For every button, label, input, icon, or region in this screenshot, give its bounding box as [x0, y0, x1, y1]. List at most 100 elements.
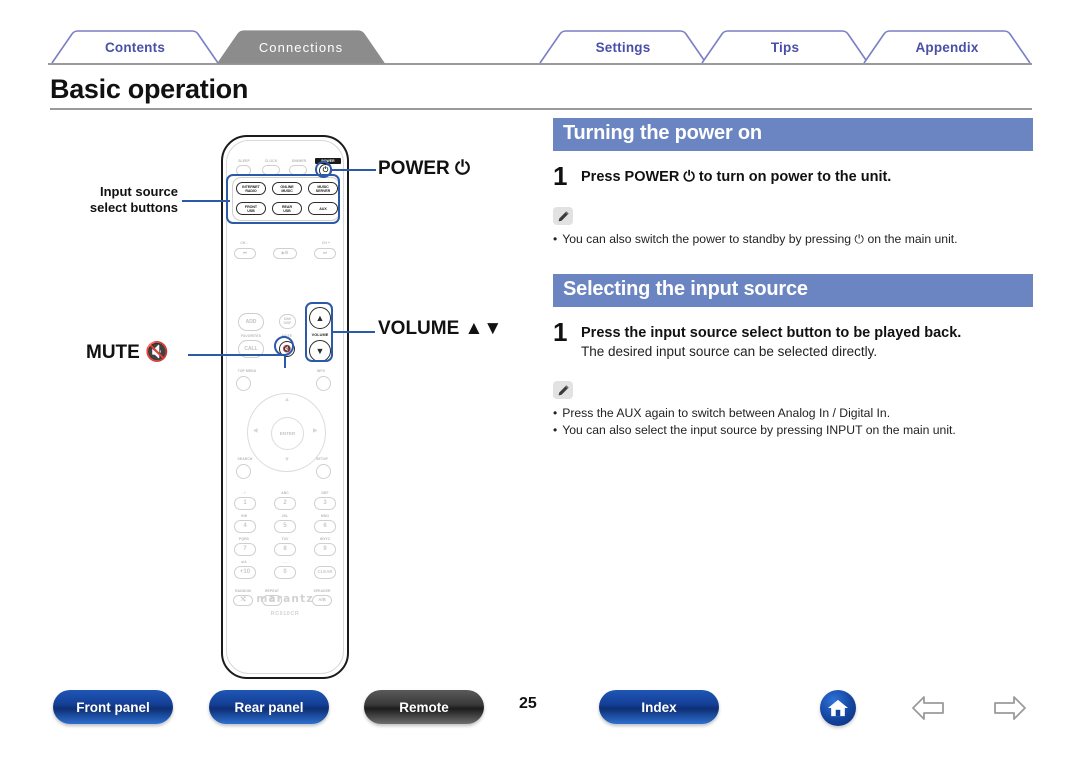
remote-button-search	[236, 464, 251, 479]
step-sub-text: The desired input source can be selected…	[581, 344, 878, 359]
tab-contents[interactable]: Contents	[50, 30, 220, 64]
right-arrow-glyph	[994, 696, 1026, 720]
lead-line-mute-vertical	[284, 354, 286, 368]
note-text: Press the AUX again to switch between An…	[562, 406, 891, 420]
remote-key-0: 0	[274, 566, 296, 579]
remote-button-setup	[316, 464, 331, 479]
remote-button-dim-disp: DIM/DISP	[279, 314, 296, 329]
remote-label-setup: SETUP	[316, 457, 328, 461]
note-text: You can also switch the power to standby…	[562, 232, 958, 246]
callout-input-source-line2: select buttons	[89, 200, 178, 215]
tab-connections-label: Connections	[258, 39, 344, 55]
remote-button-next: ⏭	[314, 248, 336, 259]
remote-key-4: 4	[234, 520, 256, 533]
remote-button-play-pause: ▶/Ⅱ	[273, 248, 297, 259]
footer-button-label: Rear panel	[234, 699, 304, 715]
footer-button-front-panel[interactable]: Front panel	[53, 690, 173, 724]
pencil-glyph	[558, 210, 569, 221]
page-number: 25	[519, 695, 537, 712]
note-text: You can also select the input source by …	[562, 423, 956, 437]
remote-keypad-sublabel: TUV	[281, 537, 289, 541]
dpad-right-icon: ▶	[313, 428, 318, 434]
tab-connections[interactable]: Connections	[216, 30, 386, 64]
note-line: • You can also switch the power to stand…	[553, 231, 1033, 248]
remote-keypad-sublabel: WXYZ	[319, 537, 331, 541]
footer-button-index[interactable]: Index	[599, 690, 719, 724]
remote-key-3: 3	[314, 497, 336, 510]
remote-model-number: RC010CR	[270, 611, 300, 617]
previous-page-icon[interactable]	[910, 692, 950, 724]
remote-key-2: 2	[274, 497, 296, 510]
left-arrow-glyph	[912, 696, 944, 720]
tab-contents-label: Contents	[104, 39, 166, 55]
footer-nav: Front panel Rear panel Remote 25 Index	[0, 690, 1080, 745]
remote-button-enter: ENTER	[271, 417, 304, 450]
home-icon[interactable]	[820, 690, 856, 726]
callout-volume: VOLUME ▲▼	[378, 318, 503, 339]
remote-keypad-sublabel: JKL	[281, 514, 289, 518]
remote-label-ch-up: CH +	[321, 241, 331, 245]
remote-keypad-sublabel: DEF	[321, 491, 329, 495]
lead-line-mute	[188, 354, 286, 356]
lead-line-input-source	[182, 200, 230, 202]
footer-button-label: Index	[641, 699, 677, 715]
remote-key-5: 5	[274, 520, 296, 533]
dpad-down-icon: ▼	[284, 457, 290, 463]
footer-button-remote[interactable]: Remote	[364, 690, 484, 724]
tab-settings[interactable]: Settings	[538, 30, 708, 64]
remote-key-plus10: +10	[234, 566, 256, 579]
step-number: 1	[553, 161, 568, 191]
remote-keypad-sublabel: . /	[242, 491, 246, 495]
page-title: Basic operation	[50, 74, 249, 104]
footer-button-rear-panel[interactable]: Rear panel	[209, 690, 329, 724]
section-selecting-input-source: Selecting the input source 1 Press the i…	[553, 274, 1033, 439]
step-item: 1 Press POWER ⏻ to turn on power to the …	[553, 161, 1033, 191]
tab-appendix-label: Appendix	[915, 39, 979, 55]
step-main-text: Press POWER ⏻ to turn on power to the un…	[581, 169, 892, 185]
step-main-text: Press the input source select button to …	[581, 325, 962, 341]
remote-illustration: SLEEP CLOCK DIMMER POWER ⏻ INTERNET RADI…	[60, 118, 530, 688]
dpad-up-icon: ▲	[284, 397, 290, 403]
remote-key-1: 1	[234, 497, 256, 510]
lead-line-power	[332, 169, 376, 171]
remote-button-top-menu	[236, 376, 251, 391]
remote-label-info: INFO	[316, 369, 326, 373]
tab-appendix[interactable]: Appendix	[862, 30, 1032, 64]
remote-keypad-sublabel: GHI	[240, 514, 248, 518]
remote-label-sleep: SLEEP	[238, 159, 250, 163]
content-column: Turning the power on 1 Press POWER ⏻ to …	[553, 118, 1033, 439]
dpad-left-icon: ◀	[253, 428, 258, 434]
next-page-icon[interactable]	[988, 692, 1028, 724]
pencil-icon	[553, 381, 573, 399]
highlight-mute-button	[274, 336, 294, 356]
step-number: 1	[553, 317, 568, 347]
pencil-glyph	[558, 384, 569, 395]
section-heading: Selecting the input source	[553, 274, 1033, 307]
remote-key-6: 6	[314, 520, 336, 533]
footer-button-label: Front panel	[76, 699, 150, 715]
highlight-volume-buttons	[305, 302, 333, 362]
remote-label-favorites: FAVORITES	[241, 334, 261, 338]
note-line: • Press the AUX again to switch between …	[553, 405, 1033, 422]
remote-label-search: SEARCH	[237, 457, 253, 461]
remote-keypad-sublabel: ABC	[281, 491, 289, 495]
remote-label-dimmer: DIMMER	[291, 159, 307, 163]
remote-button-info	[316, 376, 331, 391]
remote-button-previous: ⏮	[234, 248, 256, 259]
remote-label-ch-down: CH -	[240, 241, 248, 245]
callout-input-source-line1: Input source	[99, 184, 178, 199]
highlight-input-source-group	[226, 174, 340, 224]
remote-keypad-sublabel: - ,	[283, 560, 287, 564]
remote-key-9: 9	[314, 543, 336, 556]
tab-tips-label: Tips	[770, 39, 800, 55]
section-turning-power-on: Turning the power on 1 Press POWER ⏻ to …	[553, 118, 1033, 248]
tab-tips[interactable]: Tips	[700, 30, 870, 64]
callout-mute: MUTE 🔇	[86, 341, 169, 363]
lead-line-volume	[331, 331, 375, 333]
bullet-icon: •	[553, 406, 558, 420]
remote-keypad-sublabel: MNO	[320, 514, 330, 518]
remote-key-clear: CLEAR	[314, 566, 336, 579]
bullet-icon: •	[553, 423, 558, 437]
home-glyph	[828, 699, 848, 717]
remote-label-clock: CLOCK	[264, 159, 278, 163]
